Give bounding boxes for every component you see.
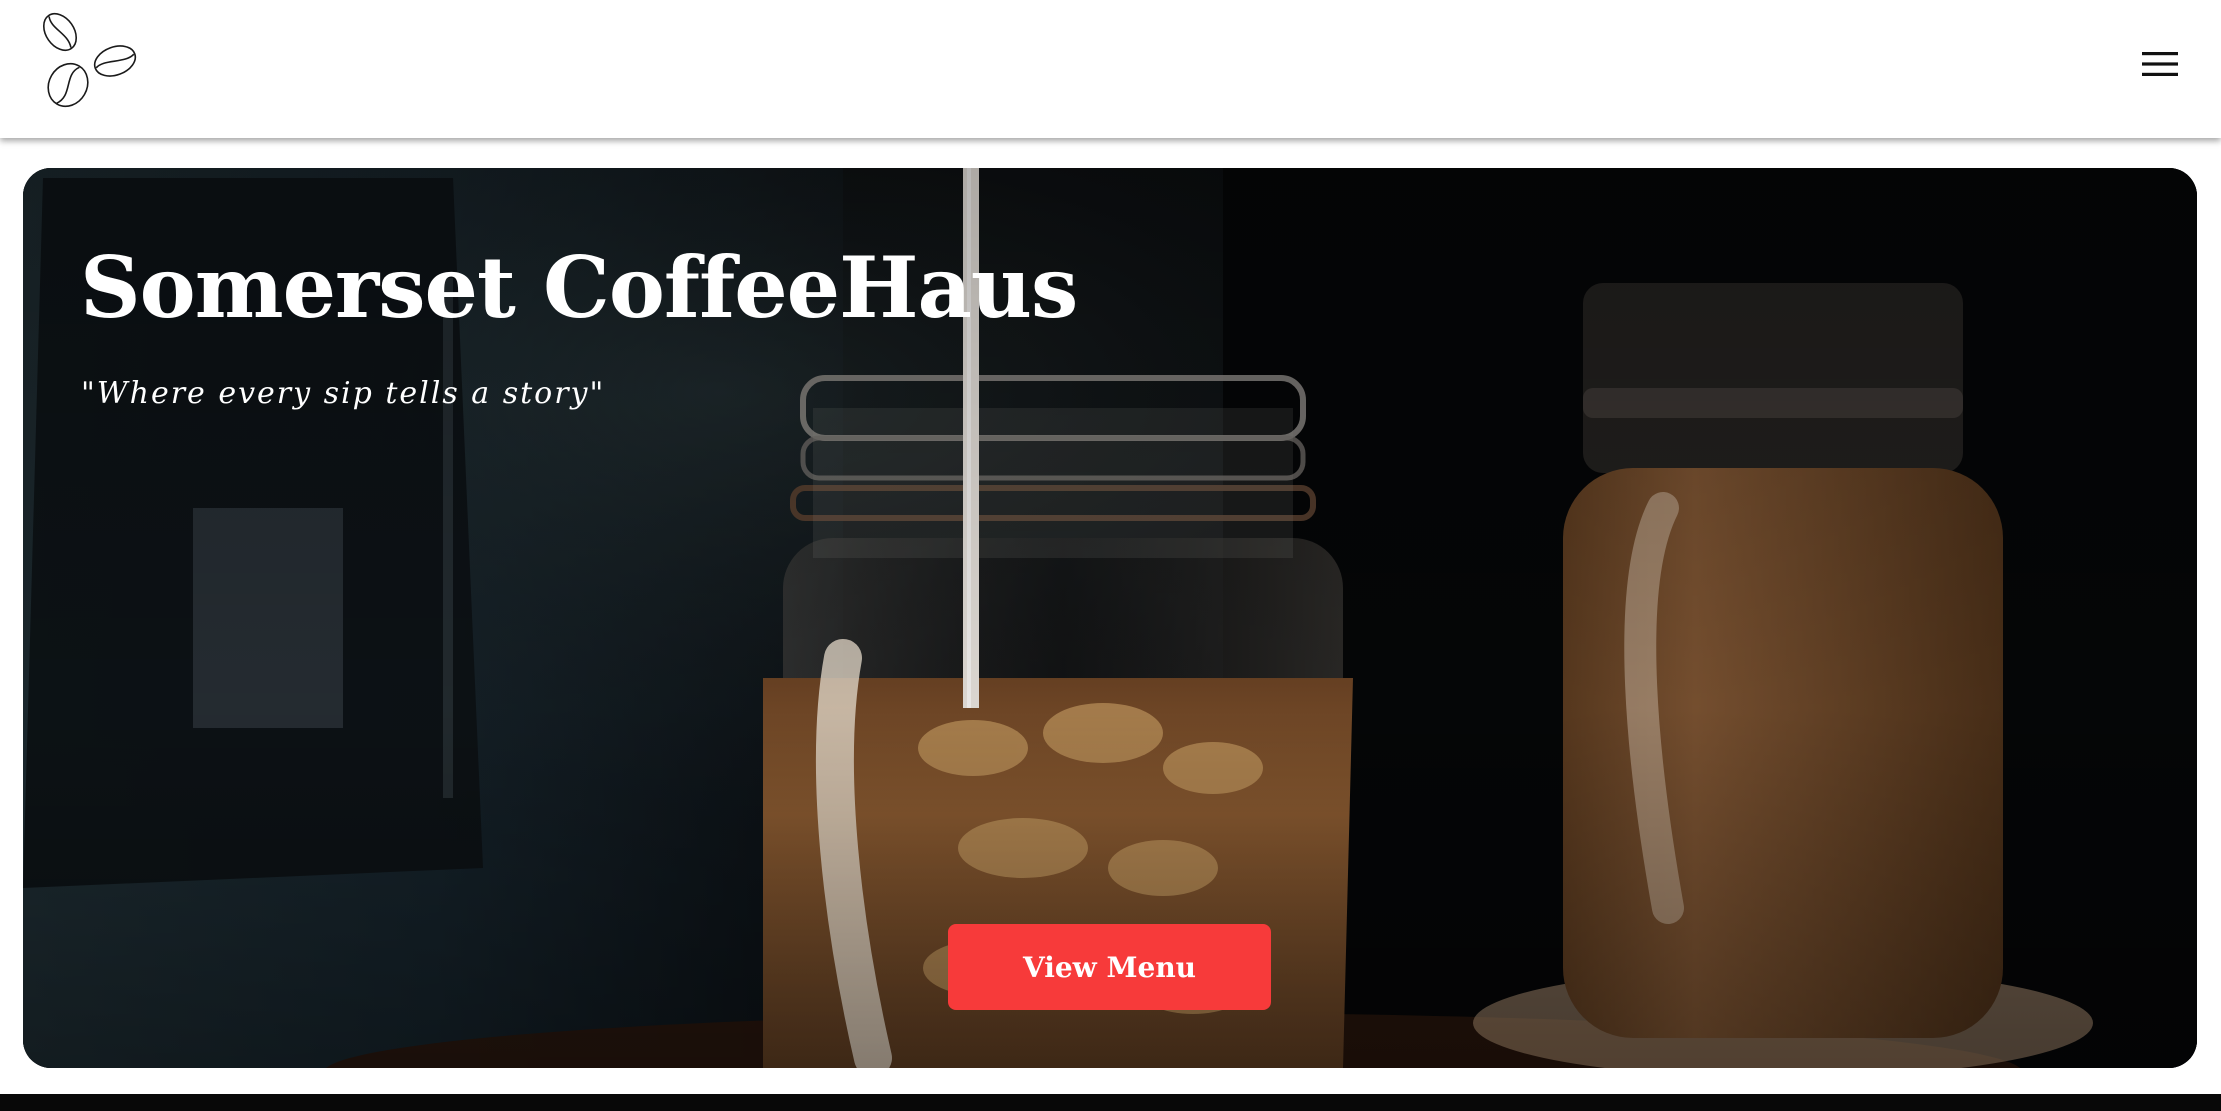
site-header	[0, 0, 2221, 138]
next-section-edge	[0, 1094, 2221, 1111]
hero-banner: Somerset CoffeeHaus "Where every sip tel…	[23, 168, 2197, 1068]
hero-title: Somerset CoffeeHaus	[80, 238, 1078, 337]
menu-button[interactable]	[2134, 44, 2186, 84]
hamburger-menu-icon	[2142, 52, 2178, 76]
view-menu-button[interactable]: View Menu	[948, 924, 1271, 1010]
hero-tagline: "Where every sip tells a story"	[81, 376, 606, 411]
coffee-beans-icon[interactable]	[38, 10, 144, 110]
